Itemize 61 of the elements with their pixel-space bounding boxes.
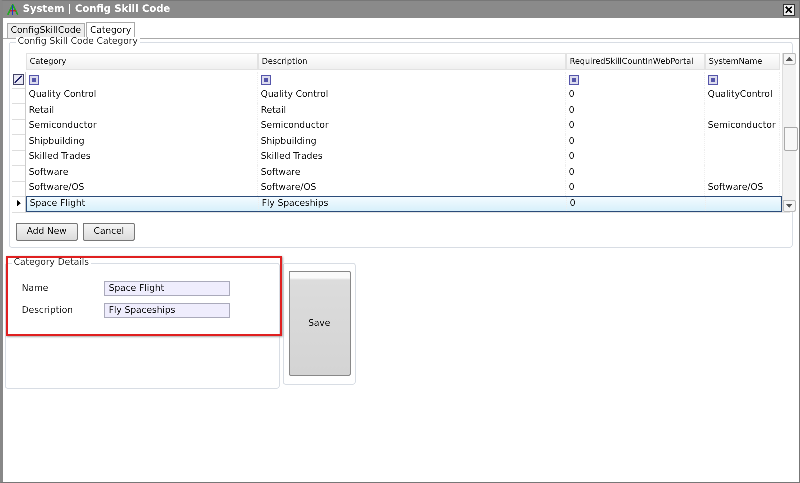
table-row[interactable]: Skilled Trades Skilled Trades 0 (26, 150, 782, 165)
table-cell: 0 (569, 152, 575, 162)
close-button[interactable] (783, 4, 795, 16)
scroll-thumb[interactable] (784, 127, 798, 151)
selected-row[interactable]: Space Flight Fly Spaceships 0 (26, 196, 782, 212)
table-cell: Software/OS (708, 183, 764, 194)
group-title: Category Details (12, 258, 92, 268)
input-field[interactable]: Space Flight (104, 281, 230, 296)
table-cell: Skilled Trades (261, 152, 323, 162)
table-cell: Shipbuilding (261, 136, 317, 147)
table-cell: 0 (569, 136, 575, 147)
table-cell: Quality Control (261, 90, 329, 100)
group-title: Config Skill Code Category (16, 37, 140, 47)
table-cell: 0 (569, 121, 575, 132)
field-label: Name (22, 284, 50, 294)
table-row[interactable]: Quality Control Quality Control 0 QualityControl (26, 88, 782, 103)
table-cell: 0 (569, 90, 575, 100)
filter-icon[interactable] (261, 74, 271, 85)
table-row[interactable]: Software Software 0 (26, 165, 782, 180)
filter-icon[interactable] (569, 74, 579, 85)
table-cell: Software/OS (29, 183, 85, 194)
field-label: Description (22, 306, 74, 316)
filter-icon[interactable] (29, 74, 39, 85)
table-cell: Shipbuilding (29, 136, 85, 147)
table-cell: Skilled Trades (29, 152, 91, 162)
table-cell: Software (29, 168, 69, 178)
column-header[interactable]: SystemName (705, 53, 780, 70)
scrollbar[interactable] (782, 53, 796, 212)
app-icon (7, 4, 19, 16)
table-cell: 0 (569, 106, 575, 116)
action-button[interactable]: Cancel (82, 222, 136, 240)
table-cell: Fly Spaceships (262, 198, 329, 209)
table-row[interactable]: Retail Retail 0 (26, 103, 782, 118)
save-button[interactable]: Save (288, 271, 350, 376)
pointer-icon (16, 200, 20, 208)
column-header[interactable]: RequiredSkillCountInWebPortal (566, 53, 705, 70)
scroll-down-icon[interactable] (783, 200, 796, 212)
tab[interactable]: ConfigSkillCode (7, 23, 86, 38)
table-cell: Retail (261, 106, 286, 116)
table-cell: Semiconductor (261, 121, 329, 132)
column-header[interactable]: Description (258, 53, 566, 70)
table-row[interactable]: Semiconductor Semiconductor 0 Semiconductor (26, 118, 782, 134)
table-row[interactable]: Shipbuilding Shipbuilding 0 (26, 134, 782, 150)
window-title: System | Config Skill Code (23, 4, 172, 15)
table-cell: Space Flight (30, 198, 86, 209)
table-cell: QualityControl (708, 90, 773, 100)
table-cell: Semiconductor (29, 121, 97, 132)
edit-icon[interactable] (13, 74, 24, 86)
table-cell: 0 (570, 198, 576, 209)
scroll-up-icon[interactable] (783, 53, 796, 65)
table-cell: Semiconductor (708, 121, 776, 132)
input-field[interactable]: Fly Spaceships (104, 303, 230, 318)
column-header[interactable]: Category (26, 53, 258, 70)
table-cell: Retail (29, 106, 54, 116)
table-cell: Software (261, 168, 301, 178)
table-cell: 0 (569, 183, 575, 194)
table-cell: Quality Control (29, 90, 97, 100)
table-cell: 0 (569, 168, 575, 178)
action-button[interactable]: Add New (16, 222, 78, 240)
filter-icon[interactable] (708, 74, 718, 85)
table-cell: Software/OS (261, 183, 317, 194)
